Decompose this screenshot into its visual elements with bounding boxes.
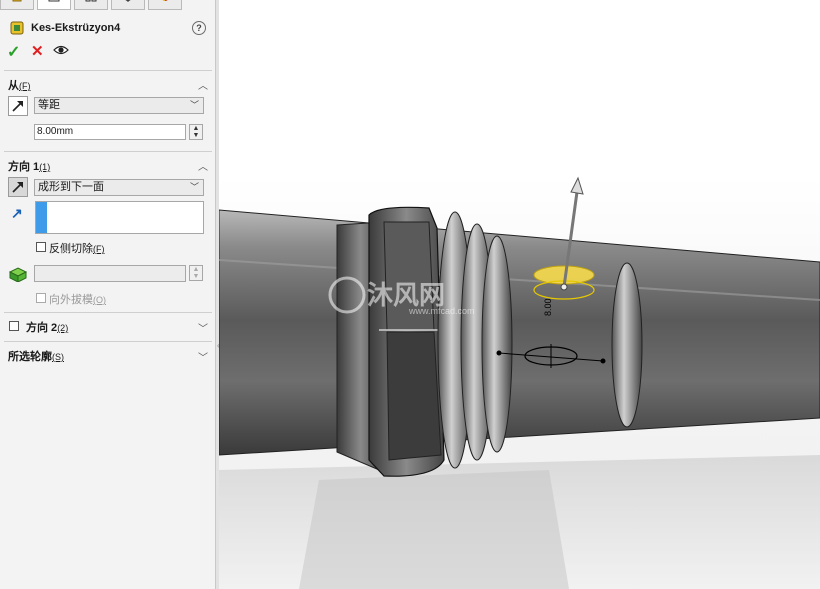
from-type-select[interactable]: 等距 ﹀ (34, 97, 204, 114)
pipe-fitting-model: 8.00 沐风网 www.mfcad.com (219, 176, 820, 589)
feature-name: Kes-Ekstrüzyon4 (31, 22, 121, 34)
start-condition-icon[interactable] (8, 96, 28, 116)
section-selected-contours-header[interactable]: 所选轮廓(S) (8, 348, 64, 364)
direction-vector-listbox[interactable] (35, 201, 204, 234)
cut-extrude-feature-icon (10, 21, 24, 35)
separator (4, 312, 212, 313)
svg-text:www.mfcad.com: www.mfcad.com (408, 306, 475, 316)
draft-angle-input[interactable] (34, 265, 186, 282)
property-manager-panel: Kes-Ekstrüzyon4 ? ✓ ✕ 从(F) ︿ 等距 ﹀ 8.00mm … (0, 0, 216, 589)
diagonal-arrow-icon (12, 101, 23, 112)
chevron-down-icon[interactable]: ﹀ (198, 320, 208, 335)
chevron-down-icon: ﹀ (189, 100, 199, 110)
graphics-viewport[interactable]: 8.00 沐风网 www.mfcad.com (219, 0, 820, 589)
draft-outward-label: 向外拔模(O) (49, 294, 106, 306)
flip-side-checkbox[interactable] (36, 242, 46, 252)
tab-feature-manager[interactable] (0, 0, 34, 10)
dimension-label: 8.00 (543, 298, 553, 316)
tab-property-manager[interactable] (37, 0, 71, 10)
flip-side-label: 反侧切除(F) (49, 243, 105, 255)
panel-tabs (0, 0, 216, 11)
section-direction2-header[interactable]: 方向 2(2) (26, 319, 68, 335)
chevron-up-icon[interactable]: ︿ (198, 158, 208, 173)
draft-outward-checkbox[interactable] (36, 293, 46, 303)
chevron-up-icon[interactable]: ︿ (198, 77, 208, 92)
crosshair-icon (125, 0, 131, 2)
direction-vector-icon: ↗ (11, 205, 23, 221)
separator (4, 341, 212, 342)
feature-title-bar: Kes-Ekstrüzyon4 ? (0, 18, 216, 40)
tab-configuration-manager[interactable] (74, 0, 108, 10)
reverse-direction-button[interactable] (8, 177, 28, 197)
offset-distance-input[interactable]: 8.00mm (34, 124, 186, 140)
configuration-icon (85, 0, 97, 2)
help-icon[interactable]: ? (192, 21, 206, 35)
tab-display-manager[interactable] (148, 0, 182, 10)
end-condition-select[interactable]: 成形到下一面 ﹀ (34, 179, 204, 196)
selection-indicator (36, 202, 47, 233)
appearance-icon (162, 0, 168, 1)
separator (4, 151, 212, 152)
chevron-down-icon: ﹀ (189, 182, 199, 192)
preview-eye-icon[interactable] (53, 45, 69, 55)
feature-tree-icon (12, 0, 22, 2)
draft-toggle-button[interactable] (8, 264, 28, 284)
draft-angle-spinner[interactable]: ▲ ▼ (189, 265, 203, 281)
property-list-icon (48, 0, 60, 2)
reverse-direction-icon (12, 182, 23, 193)
section-from-header[interactable]: 从(F) (8, 77, 31, 93)
offset-spinner[interactable]: ▲ ▼ (189, 124, 203, 140)
action-bar: ✓ ✕ (0, 42, 216, 62)
tab-dimxpert-manager[interactable] (111, 0, 145, 10)
separator (4, 70, 212, 71)
draft-icon (8, 267, 28, 283)
ok-button[interactable]: ✓ (7, 42, 20, 62)
cancel-button[interactable]: ✕ (31, 42, 44, 60)
direction2-checkbox[interactable] (9, 321, 19, 331)
chevron-down-icon[interactable]: ﹀ (198, 349, 208, 364)
section-direction1-header[interactable]: 方向 1(1) (8, 158, 50, 174)
